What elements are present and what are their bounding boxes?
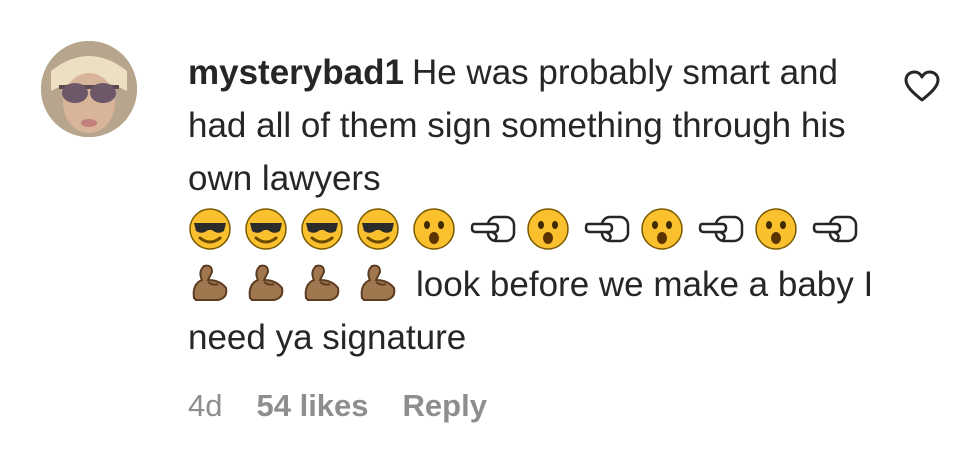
likes-count[interactable]: 54 likes: [256, 388, 368, 423]
username-link[interactable]: mysterybad1: [188, 53, 404, 92]
comment-body: mysterybad1 He was probably smart and had…: [188, 46, 878, 364]
flexed-biceps-emoji: [188, 260, 232, 304]
comment: mysterybad1 He was probably smart and had…: [0, 0, 980, 463]
like-button[interactable]: [903, 69, 941, 103]
smiling-face-with-sunglasses-emoji: [244, 207, 288, 251]
flexed-biceps-emoji: [300, 260, 344, 304]
comment-text: mysterybad1 He was probably smart and had…: [188, 46, 878, 364]
left-facing-fist-emoji: [696, 207, 746, 251]
avatar[interactable]: [41, 41, 137, 137]
hushed-face-emoji: [754, 207, 798, 251]
smiling-face-with-sunglasses-emoji: [188, 207, 232, 251]
timestamp[interactable]: 4d: [188, 388, 222, 423]
hushed-face-emoji: [526, 207, 570, 251]
hushed-face-emoji: [640, 207, 684, 251]
avatar-image: [41, 41, 137, 137]
left-facing-fist-emoji: [468, 207, 518, 251]
flexed-biceps-emoji: [356, 260, 400, 304]
left-facing-fist-emoji: [582, 207, 632, 251]
left-facing-fist-emoji: [810, 207, 860, 251]
heart-outline-icon[interactable]: [903, 69, 941, 103]
comment-meta: 4d 54 likes Reply: [188, 388, 521, 424]
flexed-biceps-emoji: [244, 260, 288, 304]
smiling-face-with-sunglasses-emoji: [356, 207, 400, 251]
reply-button[interactable]: Reply: [403, 388, 487, 423]
hushed-face-emoji: [412, 207, 456, 251]
smiling-face-with-sunglasses-emoji: [300, 207, 344, 251]
